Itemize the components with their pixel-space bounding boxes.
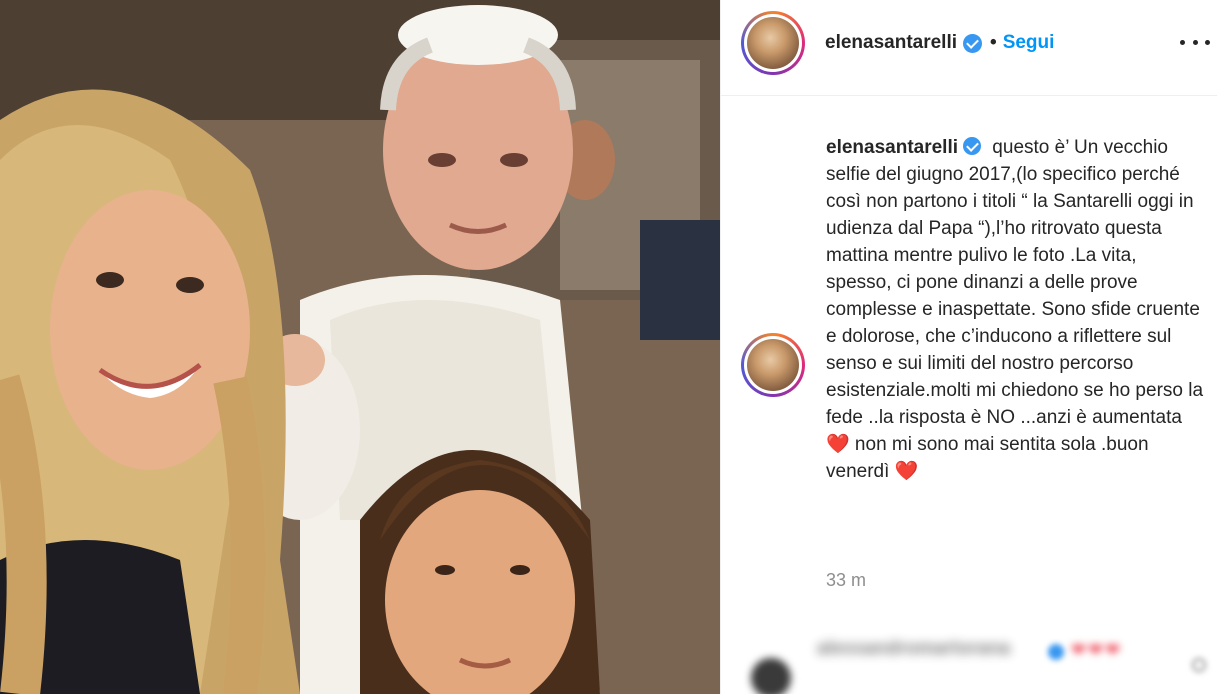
post-photo[interactable]: [0, 0, 720, 694]
avatar-image: [747, 17, 799, 69]
verified-badge-icon: [1048, 644, 1064, 660]
post-side-panel: elenasantarelli • Segui elenasantarelli …: [720, 0, 1217, 694]
caption-text: questo è’ Un vecchio selfie del giugno 2…: [826, 137, 1204, 482]
header-separator: •: [990, 32, 997, 53]
caption-author-avatar[interactable]: [741, 333, 805, 397]
post-timestamp[interactable]: 33 m: [826, 570, 866, 591]
header-username-link[interactable]: elenasantarelli: [825, 31, 957, 55]
post-caption: elenasantarelli questo è’ Un vecchio sel…: [826, 134, 1206, 485]
verified-badge-icon: [963, 33, 983, 53]
caption-username-link[interactable]: elenasantarelli: [826, 137, 958, 158]
more-options-icon[interactable]: [1180, 30, 1210, 54]
follow-button[interactable]: Segui: [1003, 31, 1055, 55]
post-header: elenasantarelli • Segui: [721, 0, 1217, 96]
commenter-avatar[interactable]: [751, 658, 791, 694]
header-user-line: elenasantarelli • Segui: [825, 31, 1054, 55]
selfie-photo-illustration: [0, 0, 720, 694]
comment-row: alessandromartorana ❤❤❤: [721, 636, 1217, 694]
commenter-username-blurred[interactable]: alessandromartorana: [817, 638, 1010, 660]
comment-text-blurred: ❤❤❤: [1071, 640, 1123, 660]
caption-area: elenasantarelli questo è’ Un vecchio sel…: [721, 96, 1217, 636]
like-comment-icon[interactable]: [1192, 658, 1206, 672]
verified-badge-icon: [963, 137, 982, 155]
author-avatar[interactable]: [741, 11, 805, 75]
avatar-image: [747, 339, 799, 391]
